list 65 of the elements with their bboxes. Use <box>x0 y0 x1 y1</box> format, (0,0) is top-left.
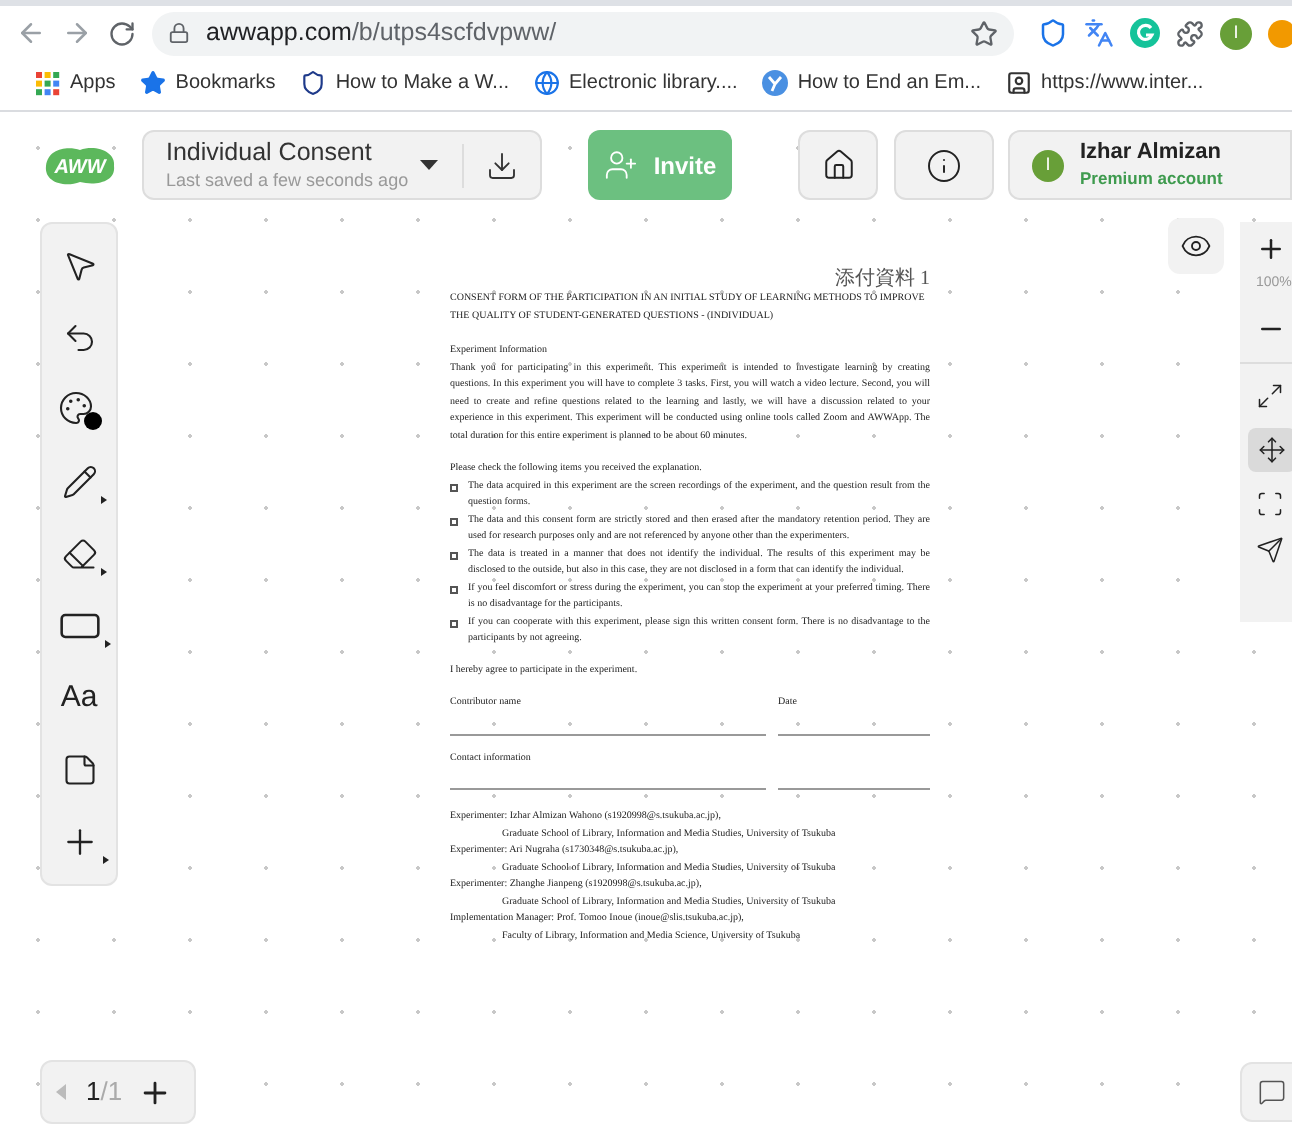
account-menu[interactable]: I Izhar Almizan Premium account <box>1008 130 1292 200</box>
info-button[interactable] <box>894 130 994 200</box>
bookmark-link[interactable]: How to End an Em... <box>797 68 982 98</box>
puzzle-icon[interactable] <box>1176 19 1204 47</box>
palette-icon[interactable] <box>57 390 101 430</box>
apps-grid-icon <box>36 71 60 95</box>
zoom-in-icon[interactable] <box>1256 234 1286 264</box>
bookmark-link[interactable]: https://www.inter... <box>1041 68 1204 98</box>
checkbox[interactable] <box>450 551 458 559</box>
y-circle-icon <box>761 70 788 96</box>
checkbox[interactable] <box>450 483 458 491</box>
fit-screen-icon[interactable] <box>1256 381 1284 409</box>
submenu-caret-icon[interactable] <box>99 496 107 504</box>
forward-icon[interactable] <box>62 18 92 48</box>
info-icon <box>926 147 962 183</box>
saved-status: Last saved a few seconds ago <box>166 169 411 192</box>
chat-button[interactable] <box>1240 1062 1292 1122</box>
lock-icon <box>168 22 190 44</box>
shield-icon <box>299 70 326 96</box>
undo-icon[interactable] <box>61 320 97 356</box>
bookmark-link[interactable]: Electronic library.... <box>569 68 738 98</box>
add-user-icon <box>603 148 638 182</box>
page-mark: 添付資料 1 <box>835 268 930 290</box>
eye-icon <box>1180 230 1212 262</box>
submenu-caret-icon[interactable] <box>101 856 109 864</box>
translate-icon[interactable] <box>1084 18 1114 48</box>
eraser-icon[interactable] <box>61 536 97 572</box>
pencil-icon[interactable] <box>61 464 97 500</box>
address-bar[interactable]: awwapp.com/b/utps4scfdvpww/ <box>152 11 1014 55</box>
bookmark-star-icon[interactable] <box>970 19 998 47</box>
checkbox[interactable] <box>450 517 458 525</box>
home-icon <box>821 148 855 182</box>
sticky-note-icon[interactable] <box>61 752 97 788</box>
bookmark-link[interactable]: Bookmarks <box>175 68 276 98</box>
user-avatar: I <box>1032 149 1064 181</box>
download-icon[interactable] <box>486 149 518 181</box>
fill-in-line[interactable] <box>778 733 930 735</box>
paper-plane-icon[interactable] <box>1256 535 1284 563</box>
shield-extension-icon[interactable] <box>1038 18 1068 48</box>
star-icon <box>139 70 166 96</box>
move-arrows-icon <box>1258 435 1286 463</box>
focus-icon[interactable] <box>1256 489 1284 517</box>
page-counter: 1/1 <box>86 1074 123 1111</box>
checkbox[interactable] <box>450 585 458 593</box>
submenu-caret-icon[interactable] <box>99 568 107 576</box>
chat-icon <box>1258 1078 1286 1106</box>
bookmark-link[interactable]: How to Make a W... <box>335 68 510 98</box>
page-icon <box>1005 70 1032 96</box>
url-text: awwapp.com/b/utps4scfdvpww/ <box>206 16 559 51</box>
text-tool[interactable]: Aa <box>60 675 98 721</box>
user-name: Izhar Almizan <box>1080 140 1223 169</box>
view-button[interactable] <box>1168 218 1224 274</box>
back-icon[interactable] <box>16 18 46 48</box>
submenu-caret-icon[interactable] <box>103 640 111 648</box>
bookmark-link[interactable]: Apps <box>70 68 116 98</box>
caret-icon[interactable] <box>420 159 438 171</box>
fill-in-line[interactable] <box>450 733 766 735</box>
reload-icon[interactable] <box>108 19 136 47</box>
pan-tool[interactable] <box>1248 427 1292 471</box>
home-button[interactable] <box>798 130 878 200</box>
board-title[interactable]: Individual Consent <box>166 138 420 170</box>
globe-icon <box>533 70 560 96</box>
checkbox[interactable] <box>450 619 458 627</box>
user-plan: Premium account <box>1080 168 1223 190</box>
pointer-icon[interactable] <box>61 248 97 284</box>
